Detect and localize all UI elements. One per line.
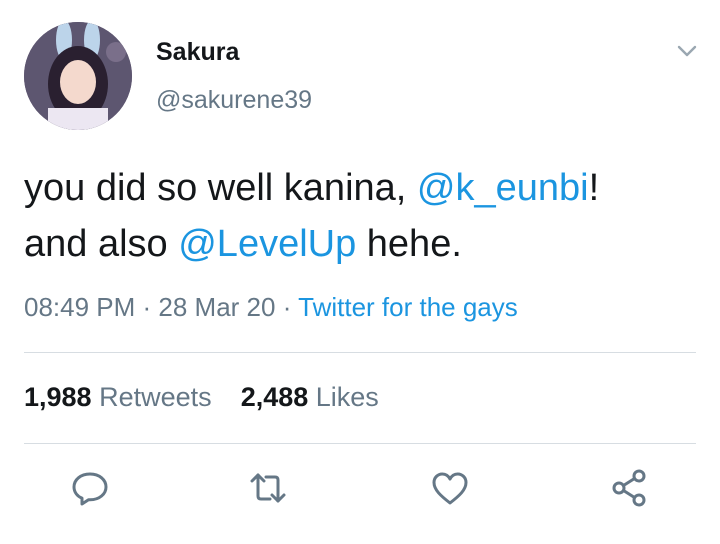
- share-icon[interactable]: [608, 466, 652, 510]
- tweet-text-segment: hehe.: [356, 223, 462, 265]
- tweet-text-segment: you did so well kanina,: [24, 167, 417, 209]
- retweet-icon[interactable]: [246, 466, 290, 510]
- meta-separator: ·: [135, 292, 159, 322]
- reply-icon[interactable]: [68, 466, 112, 510]
- likes-count: 2,488: [240, 382, 309, 412]
- tweet-source[interactable]: Twitter for the gays: [298, 292, 518, 322]
- likes-stat[interactable]: 2,488 Likes: [241, 382, 379, 412]
- heart-icon[interactable]: [428, 466, 472, 510]
- retweets-count: 1,988: [24, 382, 92, 412]
- user-handle[interactable]: @sakurene39: [156, 86, 312, 115]
- action-bar: [0, 466, 720, 516]
- mention-link[interactable]: @LevelUp: [178, 223, 356, 265]
- retweets-label: Retweets: [99, 382, 212, 412]
- tweet-text: you did so well kanina, @k_eunbi! and al…: [24, 160, 694, 272]
- retweets-stat[interactable]: 1,988 Retweets: [24, 382, 212, 412]
- avatar-image: [24, 22, 132, 130]
- divider: [24, 352, 696, 353]
- divider: [24, 443, 696, 444]
- chevron-down-icon[interactable]: [674, 38, 700, 64]
- tweet-time[interactable]: 08:49 PM: [24, 292, 135, 322]
- tweet-line-2: and also @LevelUp hehe.: [24, 216, 694, 272]
- likes-label: Likes: [315, 382, 379, 412]
- tweet-date[interactable]: 28 Mar 20: [158, 292, 275, 322]
- mention-link[interactable]: @k_eunbi: [417, 167, 589, 209]
- tweet-line-1: you did so well kanina, @k_eunbi!: [24, 160, 694, 216]
- tweet-meta: 08:49 PM · 28 Mar 20 · Twitter for the g…: [24, 292, 518, 323]
- display-name[interactable]: Sakura: [156, 38, 239, 67]
- meta-separator: ·: [275, 292, 299, 322]
- tweet-text-segment: !: [588, 167, 600, 209]
- avatar[interactable]: [24, 22, 132, 130]
- tweet-stats: 1,988 Retweets 2,488 Likes: [24, 382, 379, 413]
- tweet-text-segment: and also: [24, 223, 179, 265]
